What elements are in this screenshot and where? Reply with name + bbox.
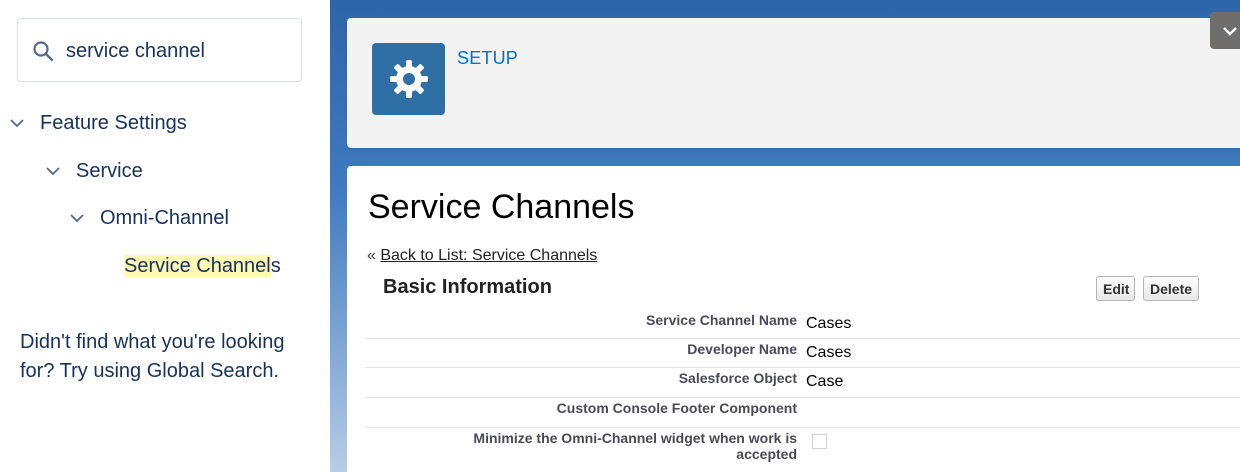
global-search-hint: Didn't find what you're looking for? Try… bbox=[20, 331, 285, 382]
setup-tile bbox=[372, 43, 445, 115]
field-label: Service Channel Name bbox=[646, 312, 797, 328]
setup-label: SETUP bbox=[457, 48, 519, 68]
tree-item-label: Omni-Channel bbox=[100, 206, 229, 229]
search-icon bbox=[33, 41, 54, 62]
field-value: Cases bbox=[806, 315, 852, 332]
chevron-down-icon bbox=[1223, 26, 1237, 36]
header-collapse-button[interactable] bbox=[1210, 12, 1240, 49]
detail-row: Minimize the Omni-Channel widget when wo… bbox=[365, 428, 1240, 468]
search-match-highlight: Service Channel bbox=[124, 255, 271, 277]
edit-button[interactable]: Edit bbox=[1096, 276, 1135, 301]
gear-icon bbox=[389, 60, 428, 98]
field-label: Developer Name bbox=[687, 341, 797, 357]
detail-content-card: Service Channels « Back to List: Service… bbox=[347, 166, 1240, 472]
quick-find-box[interactable] bbox=[17, 18, 302, 82]
tree-item-label: Service bbox=[76, 159, 143, 182]
field-value: Cases bbox=[806, 344, 852, 361]
section-title: Basic Information bbox=[383, 276, 552, 298]
tree-item-service-channels[interactable]: Service Channels bbox=[124, 252, 281, 280]
field-label: Salesforce Object bbox=[678, 370, 797, 386]
tree-item-feature-settings[interactable]: Feature Settings bbox=[8, 108, 187, 138]
setup-sidebar: Feature Settings Service Omni-Channel Se… bbox=[0, 0, 330, 472]
chevron-down-icon[interactable] bbox=[44, 162, 62, 180]
breadcrumb: « Back to List: Service Channels bbox=[367, 247, 597, 265]
chevron-down-icon[interactable] bbox=[68, 209, 86, 227]
back-to-list-link[interactable]: Back to List: Service Channels bbox=[380, 247, 597, 264]
minimize-widget-checkbox bbox=[812, 434, 827, 449]
delete-button[interactable]: Delete bbox=[1143, 276, 1199, 301]
detail-row: Developer Name Cases bbox=[365, 339, 1240, 368]
field-label: Custom Console Footer Component bbox=[556, 400, 797, 416]
detail-row: Salesforce Object Case bbox=[365, 368, 1240, 398]
back-prefix: « bbox=[367, 247, 381, 264]
tree-item-service[interactable]: Service bbox=[44, 156, 143, 186]
detail-row: Service Channel Name Cases bbox=[365, 310, 1240, 339]
setup-header: SETUP bbox=[347, 18, 1240, 148]
field-value: Case bbox=[806, 373, 844, 390]
chevron-down-icon[interactable] bbox=[8, 114, 26, 132]
leaf-label-rest: s bbox=[270, 255, 281, 277]
field-label: Minimize the Omni-Channel widget when wo… bbox=[473, 430, 797, 462]
tree-item-label: Feature Settings bbox=[40, 111, 187, 134]
detail-row: Custom Console Footer Component bbox=[365, 398, 1240, 428]
tree-item-omni-channel[interactable]: Omni-Channel bbox=[68, 203, 229, 233]
quick-find-input[interactable] bbox=[66, 33, 291, 69]
page-title: Service Channels bbox=[368, 188, 635, 226]
